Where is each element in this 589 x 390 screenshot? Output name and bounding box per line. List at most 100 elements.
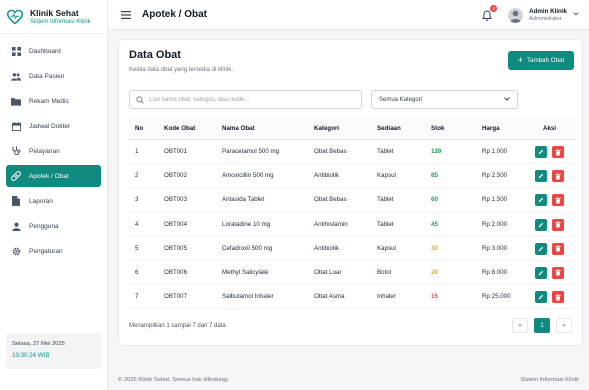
cell-no: 7 — [135, 293, 139, 301]
chevron-down-icon[interactable] — [573, 12, 579, 18]
trash-icon — [555, 148, 561, 155]
calendar-icon — [10, 120, 22, 132]
cell-stok: 30 — [431, 244, 438, 252]
sidebar-item-apotek-obat[interactable]: Apotek / Obat — [6, 165, 101, 187]
column-header-nama: Nama Obat — [222, 125, 255, 132]
delete-button[interactable] — [552, 170, 564, 183]
sidebar-item-label: Laporan — [29, 197, 53, 205]
grid-icon — [10, 45, 22, 57]
cell-nama: Paracetamol 500 mg — [222, 148, 280, 155]
cell-kode: OBT001 — [164, 148, 188, 155]
gear-icon — [10, 245, 22, 257]
brand-subtitle: Sistem Informasi Klinik — [30, 18, 91, 25]
footer: © 2025 Klinik Sehat. Semua hak dilindung… — [108, 372, 589, 390]
delete-button[interactable] — [552, 218, 564, 231]
table-body: 1 OBT001 Paracetamol 500 mg Obat Bebas Table… — [129, 140, 576, 310]
edit-button[interactable] — [535, 194, 547, 207]
page-title: Apotek / Obat — [142, 9, 208, 20]
pagination-next-button[interactable]: » — [556, 318, 572, 333]
users-icon — [10, 70, 22, 82]
topbar: Apotek / Obat 3 Admin Klinik Administrat… — [108, 0, 589, 30]
pencil-icon — [538, 246, 544, 251]
sidebar-item-label: Rekam Medis — [29, 97, 69, 105]
table-row: 1 OBT001 Paracetamol 500 mg Obat Bebas Table… — [129, 140, 576, 165]
delete-button[interactable] — [552, 242, 564, 255]
user-info[interactable]: Admin Klinik Administrator — [529, 8, 567, 23]
plus-icon: + — [517, 55, 524, 65]
sidebar-item-data-pasien[interactable]: Data Pasien — [6, 65, 101, 87]
notification-bell-icon[interactable]: 3 — [480, 5, 498, 22]
sidebar-item-pengguna[interactable]: Pengguna — [6, 215, 101, 237]
cell-no: 6 — [135, 268, 139, 276]
avatar[interactable] — [508, 7, 524, 23]
cell-kode: OBT006 — [164, 268, 188, 276]
cell-harga: Rp 3.000 — [482, 244, 508, 252]
user-icon — [10, 220, 22, 232]
cell-stok: 15 — [431, 293, 438, 301]
pagination-prev-button[interactable]: « — [512, 318, 528, 333]
cell-nama: Salbutamol Inhaler — [222, 293, 274, 301]
cell-kode: OBT004 — [164, 220, 188, 228]
card-subtitle: Kelola data obat yang tersedia di klinik… — [129, 67, 234, 73]
topbar-right: 3 Admin Klinik Administrator — [480, 0, 579, 30]
edit-button[interactable] — [535, 170, 547, 183]
cell-harga: Rp 25.000 — [482, 293, 511, 301]
edit-button[interactable] — [535, 218, 547, 231]
cell-harga: Rp 2.000 — [482, 220, 508, 228]
table-header: No Kode Obat Nama Obat Kategori Sediaan … — [129, 118, 576, 140]
table-row: 2 OBT002 Amoxicillin 500 mg Antibiotik Kapsu… — [129, 164, 576, 189]
sidebar-item-jadwal-dokter[interactable]: Jadwal Dokter — [6, 115, 101, 137]
delete-button[interactable] — [552, 291, 564, 304]
cell-harga: Rp 2.500 — [482, 172, 508, 180]
sidebar-item-label: Dashboard — [29, 47, 61, 55]
cell-sediaan: Inhaler — [377, 293, 396, 301]
cell-kategori: Obat Asma — [314, 293, 345, 301]
search-input[interactable] — [149, 96, 349, 103]
footer-system: Sistem Informasi Klinik — [520, 377, 579, 383]
sidebar-item-dashboard[interactable]: Dashboard — [6, 40, 101, 62]
sidebar-item-label: Pelayanan — [29, 147, 60, 155]
column-header-kategori: Kategori — [314, 125, 340, 132]
cell-kode: OBT005 — [164, 244, 188, 252]
sidebar-item-label: Apotek / Obat — [29, 172, 69, 180]
pencil-icon — [538, 149, 544, 155]
search-icon — [136, 91, 144, 109]
add-obat-button[interactable]: + Tambah Obat — [508, 51, 574, 70]
cell-kategori: Antibiotik — [314, 244, 340, 252]
edit-button[interactable] — [535, 291, 547, 304]
table-row: 6 OBT006 Methyl Salicylate Obat Luar Botol 20… — [129, 261, 576, 286]
folder-icon — [10, 95, 22, 107]
sidebar-item-pengaturan[interactable]: Pengaturan — [6, 240, 101, 262]
sidebar-item-laporan[interactable]: Laporan — [6, 190, 101, 212]
cell-nama: Antasida Tablet — [222, 196, 265, 204]
cell-stok: 45 — [431, 220, 438, 228]
data-obat-card: Data Obat Kelola data obat yang tersedia… — [118, 39, 583, 346]
sidebar: Klinik Sehat Sistem Informasi Klinik Das… — [0, 0, 108, 390]
chevron-down-icon — [504, 96, 510, 103]
cell-kode: OBT002 — [164, 172, 188, 180]
edit-button[interactable] — [535, 146, 547, 158]
search-box[interactable] — [129, 90, 362, 109]
category-select[interactable]: Semua Kategori — [371, 90, 518, 109]
column-header-stok: Stok — [431, 125, 445, 132]
column-header-aksi: Aksi — [543, 125, 557, 132]
table-row: 5 OBT005 Cefadroxil 500 mg Antibiotik Kapsul… — [129, 237, 576, 261]
sidebar-item-label: Pengguna — [29, 222, 59, 230]
sidebar-item-rekam-medis[interactable]: Rekam Medis — [6, 90, 101, 112]
sidebar-item-pelayanan[interactable]: Pelayanan — [6, 140, 101, 162]
delete-button[interactable] — [552, 146, 564, 158]
pagination-info: Menampilkan 1 sampai 7 dari 7 data — [129, 323, 226, 329]
cell-nama: Loratadine 10 mg — [222, 220, 271, 228]
hamburger-menu-icon[interactable] — [120, 9, 132, 21]
current-date: Selasa, 27 Mei 2025 — [12, 341, 65, 347]
delete-button[interactable] — [552, 194, 564, 207]
pencil-icon — [538, 222, 544, 227]
cell-kategori: Obat Bebas — [314, 196, 347, 204]
brand[interactable]: Klinik Sehat Sistem Informasi Klinik — [0, 0, 107, 34]
edit-button[interactable] — [535, 242, 547, 255]
pagination-page-1[interactable]: 1 — [534, 318, 550, 333]
cell-kategori: Obat Bebas — [314, 148, 347, 155]
cell-kode: OBT007 — [164, 293, 188, 301]
edit-button[interactable] — [535, 266, 547, 279]
delete-button[interactable] — [552, 266, 564, 279]
